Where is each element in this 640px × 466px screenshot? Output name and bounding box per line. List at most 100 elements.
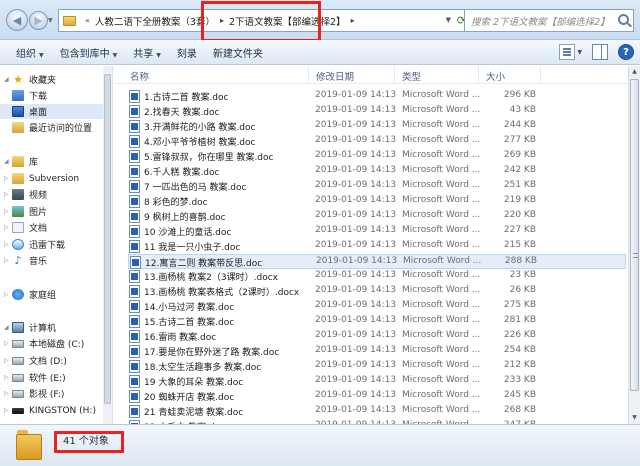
file-date: 2019-01-09 14:13 [315, 135, 397, 145]
scroll-down-icon[interactable]: ▼ [629, 412, 640, 424]
nav-drive-e[interactable]: ▷ 软件 (E:) [0, 370, 104, 385]
file-date: 2019-01-09 14:13 [315, 330, 397, 340]
new-folder-button[interactable]: 新建文件夹 [213, 45, 263, 60]
pictures-icon [12, 206, 24, 217]
file-type: Microsoft Word ... [402, 405, 481, 415]
table-row[interactable]: 12.寓言二则 教案带反思.doc 2019-01-09 14:13 Microso… [128, 254, 626, 269]
scroll-up-icon[interactable]: ▲ [629, 66, 640, 78]
file-list-scrollbar[interactable]: ▲ ▼ [628, 66, 640, 424]
table-row[interactable]: 3.开满鲜花的小路 教案.doc 2019-01-09 14:13 Microsof… [128, 119, 626, 134]
include-in-library-button[interactable]: 包含到库中 ▼ [60, 45, 118, 60]
drive-icon [12, 339, 24, 348]
file-size: 26 KB [509, 285, 536, 295]
table-row[interactable]: 13.画杨桃 教案表格式（2课时）.docx 2019-01-09 14:13 Mi… [128, 284, 626, 299]
preview-pane-icon[interactable] [592, 44, 608, 60]
table-row[interactable]: 9 枫树上的喜鹊.doc 2019-01-09 14:13 Microsoft Wo… [128, 209, 626, 224]
nav-drive-f[interactable]: ▷ 影视 (F:) [0, 386, 104, 401]
table-row[interactable]: 2.找春天 教案.doc 2019-01-09 14:13 Microsoft Wo… [128, 104, 626, 119]
view-options-icon[interactable] [559, 44, 576, 60]
file-type: Microsoft Word ... [402, 150, 481, 160]
file-name: 21 青蛙卖泥塘 教案.doc [144, 408, 244, 418]
view-dropdown-icon[interactable]: ▼ [577, 49, 582, 56]
breadcrumb-parent[interactable]: 人教二语下全册教案（3套） [95, 14, 215, 28]
column-header-type[interactable]: 类型 [402, 69, 421, 83]
file-size: 219 KB [503, 195, 536, 205]
file-date: 2019-01-09 14:13 [315, 270, 397, 280]
nav-subversion[interactable]: ▷ Subversion [0, 171, 104, 186]
file-type: Microsoft Word ... [402, 315, 481, 325]
table-row[interactable]: 8 彩色的梦.doc 2019-01-09 14:13 Microsoft Word… [128, 194, 626, 209]
table-row[interactable]: 20 蜘蛛开店 教案.doc 2019-01-09 14:13 Microsoft … [128, 389, 626, 404]
file-type: Microsoft Word ... [402, 105, 481, 115]
table-row[interactable]: 13.画杨桃 教案2（3课时）.docx 2019-01-09 14:13 Micr… [128, 269, 626, 284]
table-row[interactable]: 18.太空生活趣事多 教案.doc 2019-01-09 14:13 Microso… [128, 359, 626, 374]
nav-libraries[interactable]: ◢ 库 [0, 154, 104, 169]
nav-homegroup[interactable]: ▷ 家庭组 [0, 287, 104, 302]
table-row[interactable]: 4.邓小平爷爷植树 教案.doc 2019-01-09 14:13 Microsof… [128, 134, 626, 149]
parent-overflow-button[interactable]: « [85, 16, 90, 25]
burn-button[interactable]: 刻录 [177, 45, 197, 60]
breadcrumb-current[interactable]: 2下语文教案【部编选择2】 [229, 14, 346, 28]
file-size: 245 KB [503, 390, 536, 400]
file-type: Microsoft Word ... [402, 360, 481, 370]
table-row[interactable]: 17.要是你在野外迷了路 教案.doc 2019-01-09 14:13 Micro… [128, 344, 626, 359]
word-doc-icon [129, 270, 140, 283]
table-row[interactable]: 21 青蛙卖泥塘 教案.doc 2019-01-09 14:13 Microsoft… [128, 404, 626, 419]
table-row[interactable]: 15.古诗二首 教案.doc 2019-01-09 14:13 Microsoft … [128, 314, 626, 329]
table-row[interactable]: 11 我是一只小虫子.doc 2019-01-09 14:13 Microsoft … [128, 239, 626, 254]
table-row[interactable]: 6.千人糕 教案.doc 2019-01-09 14:13 Microsoft Wo… [128, 164, 626, 179]
nav-documents[interactable]: ▷ 文档 [0, 220, 104, 235]
search-input[interactable]: 搜索 2下语文教案【部编选择2】 [464, 9, 634, 32]
subversion-folder-icon [12, 173, 24, 184]
organize-button[interactable]: 组织 ▼ [16, 45, 44, 60]
back-button[interactable]: ◀ [6, 9, 28, 31]
nav-drive-c[interactable]: ▷ 本地磁盘 (C:) [0, 336, 104, 351]
nav-favorites[interactable]: ◢ ★ 收藏夹 [0, 72, 104, 87]
scroll-thumb[interactable] [630, 79, 639, 391]
word-doc-icon [130, 256, 141, 269]
share-button[interactable]: 共享 ▼ [133, 45, 161, 60]
table-row[interactable]: 16.雷雨 教案.doc 2019-01-09 14:13 Microsoft Wo… [128, 329, 626, 344]
word-doc-icon [129, 315, 140, 328]
table-row[interactable]: 1.古诗二首 教案.doc 2019-01-09 14:13 Microsoft W… [128, 89, 626, 104]
nav-videos[interactable]: ▷ 视频 [0, 187, 104, 202]
music-icon: ♪ [14, 254, 22, 267]
table-row[interactable]: 10 沙滩上的童话.doc 2019-01-09 14:13 Microsoft W… [128, 224, 626, 239]
table-row[interactable]: 5.雷锋叔叔，你在哪里 教案.doc 2019-01-09 14:13 Micros… [128, 149, 626, 164]
table-row[interactable]: 7 一匹出色的马 教案.doc 2019-01-09 14:13 Microsoft… [128, 179, 626, 194]
address-history-dropdown-icon[interactable]: ▼ [446, 16, 451, 24]
file-size: 227 KB [503, 225, 536, 235]
search-icon[interactable] [618, 14, 629, 25]
file-name: 12.寓言二则 教案带反思.doc [145, 259, 263, 269]
nav-desktop[interactable]: 桌面 [0, 104, 104, 119]
xunlei-icon [12, 239, 24, 250]
nav-pictures[interactable]: ▷ 图片 [0, 204, 104, 219]
nav-download[interactable]: 下载 [0, 88, 104, 103]
recent-pages-dropdown[interactable]: ▼ [48, 17, 56, 25]
nav-drive-d[interactable]: ▷ 文档 (D:) [0, 353, 104, 368]
column-header-date[interactable]: 修改日期 [316, 69, 354, 83]
forward-button[interactable]: ▶ [29, 11, 48, 30]
item-count: 41 个对象 [54, 431, 124, 453]
nav-music[interactable]: ▷ ♪ 音乐 [0, 253, 104, 268]
nav-recent-places[interactable]: 最近访问的位置 [0, 120, 104, 135]
nav-drive-h[interactable]: ▷ KINGSTON (H:) [0, 403, 104, 418]
nav-computer[interactable]: ◢ 计算机 [0, 320, 104, 335]
file-date: 2019-01-09 14:13 [315, 405, 397, 415]
drive-icon [12, 373, 24, 382]
address-bar[interactable]: « 人教二语下全册教案（3套） ▸ 2下语文教案【部编选择2】 ▸ ▼ ⟳ [58, 1, 470, 42]
file-type: Microsoft Word ... [402, 135, 481, 145]
table-row[interactable]: 19 大象的耳朵 教案.doc 2019-01-09 14:13 Microsoft… [128, 374, 626, 389]
column-header-size[interactable]: 大小 [486, 69, 505, 83]
file-date: 2019-01-09 14:13 [315, 285, 397, 295]
nav-scroll-thumb[interactable] [104, 74, 111, 404]
help-icon[interactable]: ? [618, 44, 634, 60]
nav-xunlei-downloads[interactable]: ▷ 迅雷下载 [0, 237, 104, 252]
column-header-name[interactable]: 名称 [130, 69, 149, 83]
breadcrumb-separator-icon[interactable]: ▸ [220, 16, 224, 25]
nav-scrollbar[interactable] [103, 66, 112, 424]
file-name: 11 我是一只小虫子.doc [144, 243, 241, 253]
file-type: Microsoft Word ... [402, 390, 481, 400]
table-row[interactable]: 14.小马过河 教案.doc 2019-01-09 14:13 Microsoft … [128, 299, 626, 314]
breadcrumb-chevron-icon[interactable]: ▸ [351, 16, 355, 25]
